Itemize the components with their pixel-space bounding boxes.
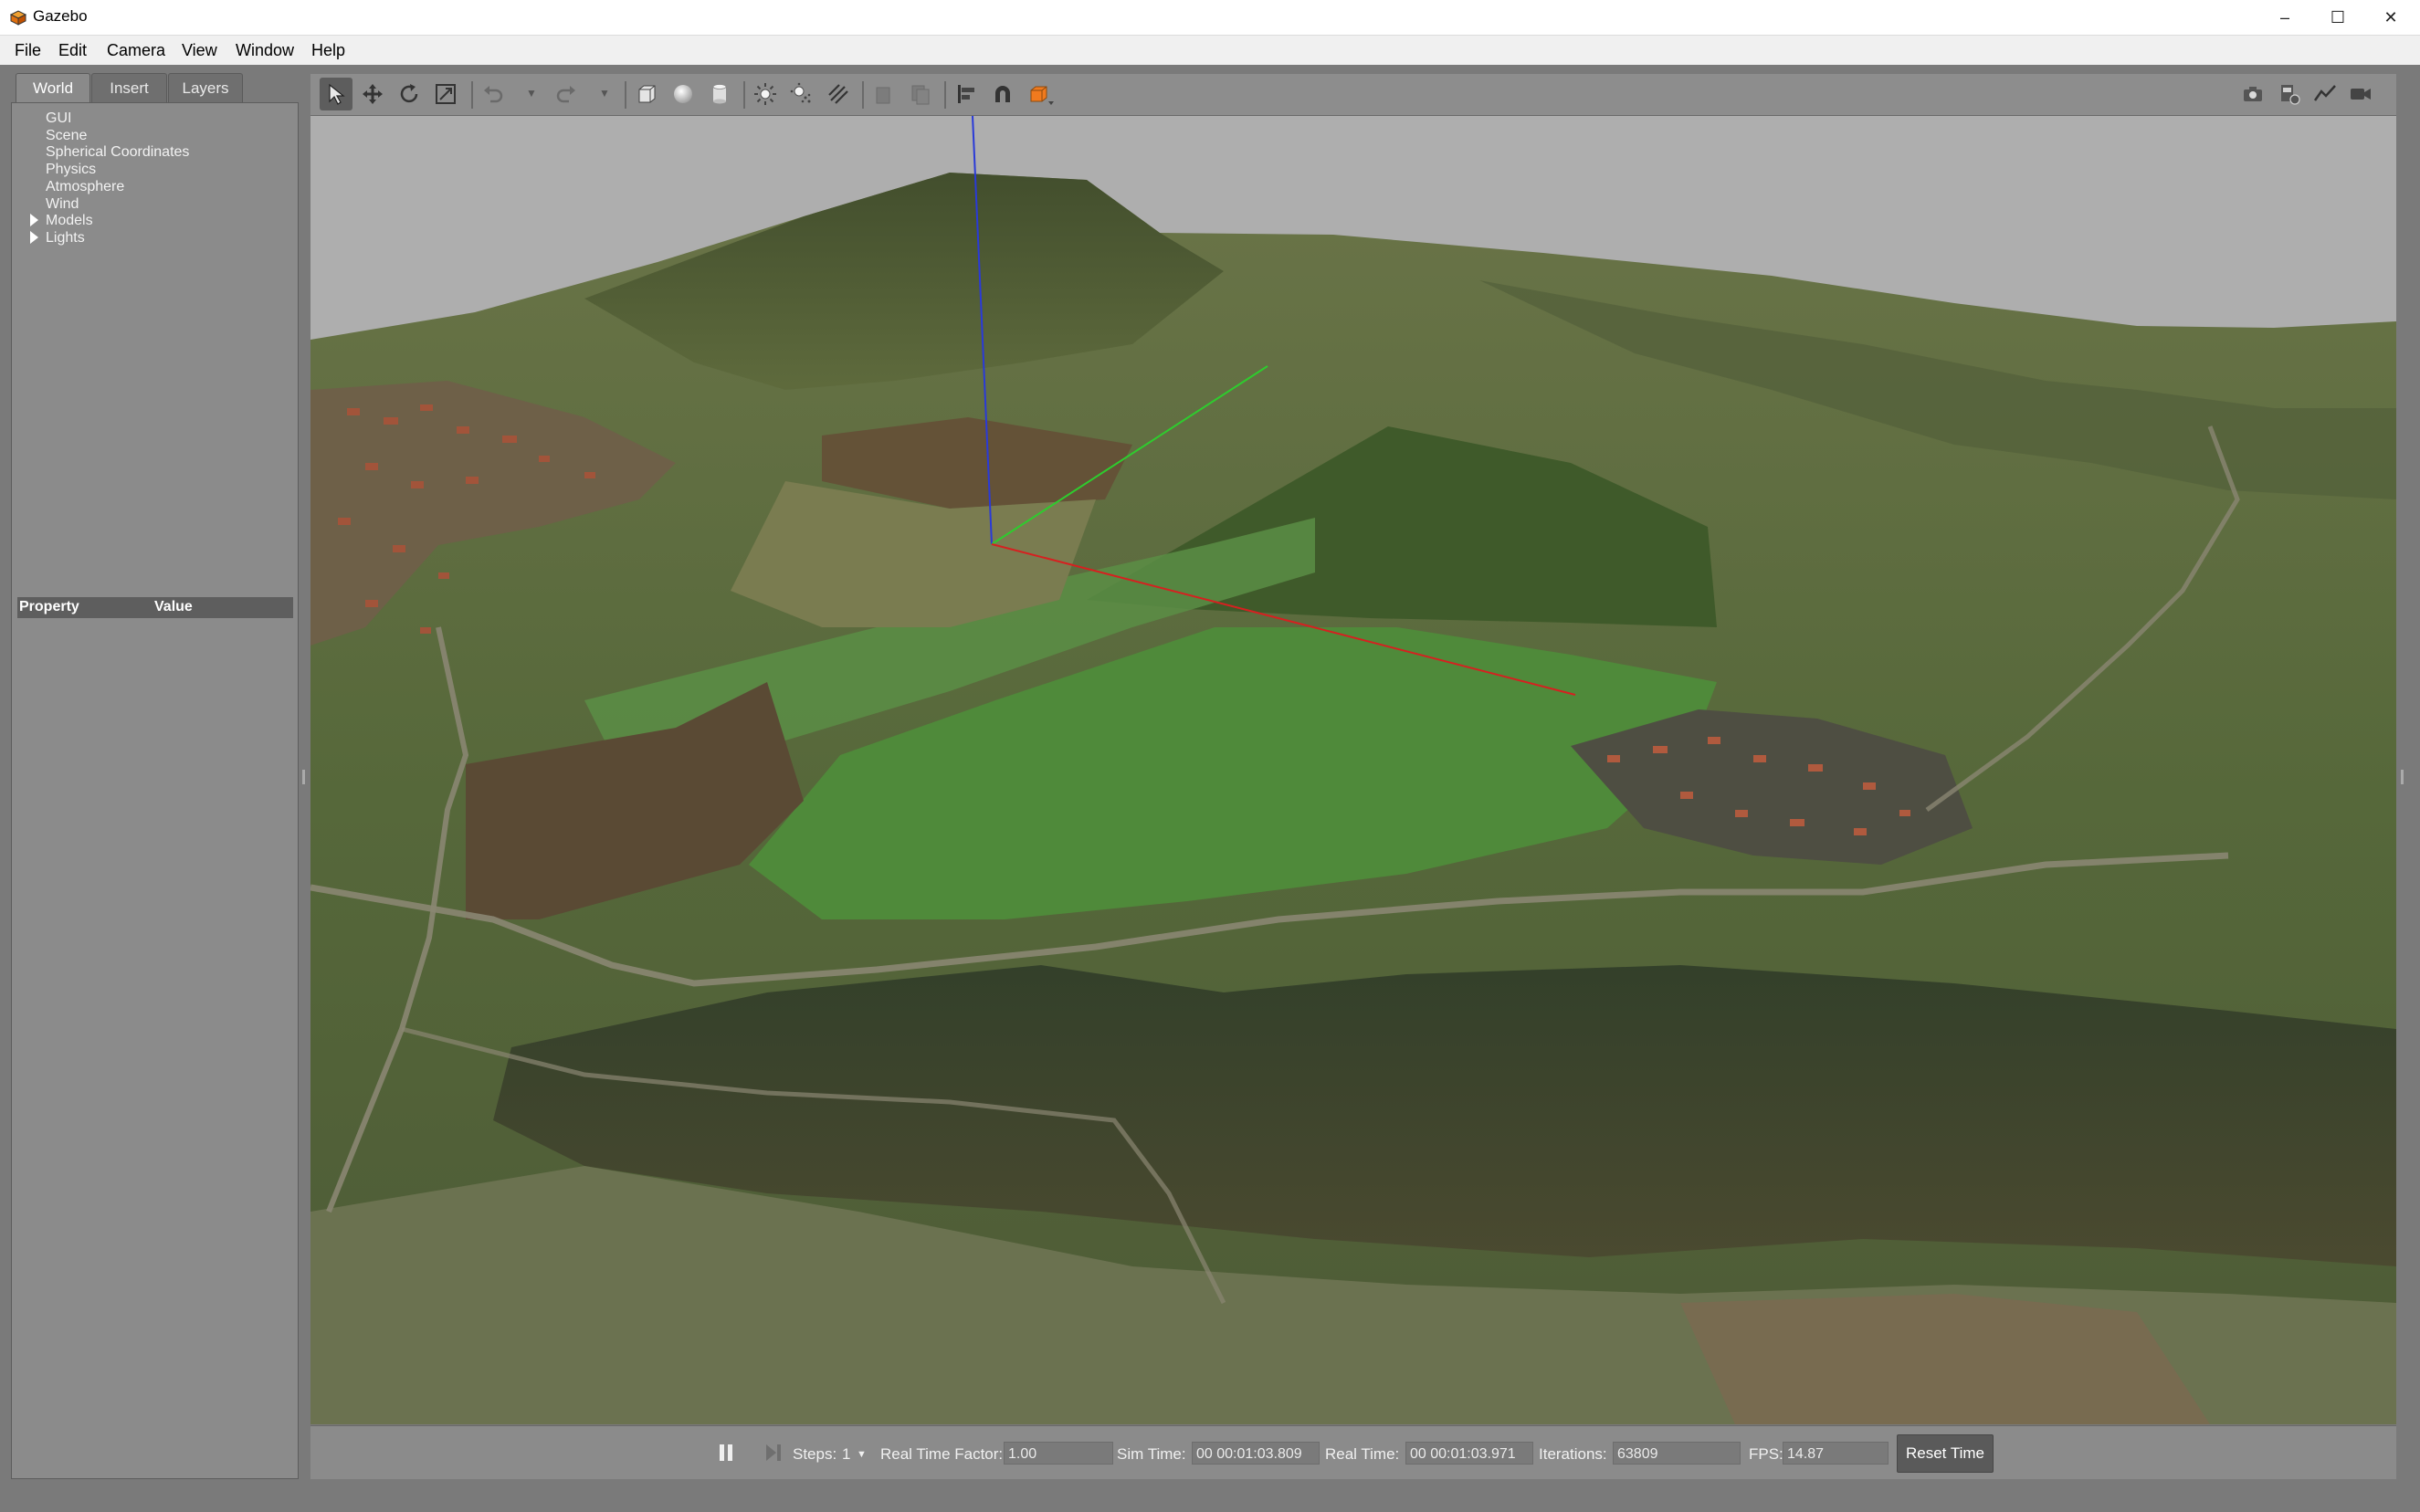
simulation-control-bar: Steps: 1 ▼ Real Time Factor: 1.00 Sim Ti… [310,1425,2396,1479]
status-strip [0,1486,2420,1512]
real-time-label: Real Time: [1325,1445,1400,1463]
align-icon[interactable] [950,78,983,110]
steps-dropdown-icon[interactable]: ▼ [857,1449,867,1460]
gazebo-logo-icon [9,10,27,26]
toolbar-separator [743,81,745,109]
fps-field: 14.87 [1783,1442,1889,1465]
spot-light-icon[interactable] [785,78,818,110]
point-light-icon[interactable] [749,78,782,110]
copy-icon[interactable] [868,78,900,110]
menu-help[interactable]: Help [311,41,345,60]
toolbar-separator [944,81,946,109]
view-angle-icon[interactable] [1025,78,1057,110]
video-icon[interactable] [2344,78,2377,110]
left-panel: World Insert Layers GUI Scene Spherical … [11,73,299,1479]
pause-icon[interactable] [716,1443,736,1467]
redo-history-caret-icon[interactable]: ▼ [599,87,610,100]
minimize-button[interactable]: – [2258,0,2311,35]
menu-file[interactable]: File [15,41,41,60]
toolbar-separator [625,81,626,109]
foreground-field-brown [1680,1294,2210,1424]
property-table-header: Property Value [17,597,293,618]
sim-time-field: 00 00:01:03.809 [1192,1442,1320,1465]
toolbar-separator [471,81,473,109]
menu-edit[interactable]: Edit [58,41,87,60]
property-column-header: Property [19,599,79,614]
menu-bar: File Edit Camera View Window Help [0,36,2420,65]
paste-icon[interactable] [904,78,937,110]
menu-camera[interactable]: Camera [107,41,165,60]
screenshot-icon[interactable] [2236,78,2269,110]
sphere-icon[interactable] [667,78,700,110]
undo-history-caret-icon[interactable]: ▼ [526,87,537,100]
redo-icon[interactable] [550,78,583,110]
tree-item-spherical-coordinates[interactable]: Spherical Coordinates [46,144,189,161]
tab-layers[interactable]: Layers [168,73,243,103]
expand-arrow-icon[interactable] [30,231,38,244]
tree-item-atmosphere[interactable]: Atmosphere [46,179,124,195]
close-button[interactable]: ✕ [2364,0,2417,35]
rtf-field: 1.00 [1004,1442,1113,1465]
steps-value[interactable]: 1 [842,1445,850,1464]
tree-item-wind[interactable]: Wind [46,196,79,213]
rotate-icon[interactable] [393,78,426,110]
reset-time-button[interactable]: Reset Time [1897,1434,1994,1473]
world-tree-panel: GUI Scene Spherical Coordinates Physics … [11,102,299,1479]
tree-item-gui[interactable]: GUI [46,110,71,127]
undo-icon[interactable] [477,78,510,110]
sim-time-label: Sim Time: [1117,1445,1186,1463]
snap-icon[interactable] [986,78,1019,110]
steps-label: Steps: [793,1445,837,1463]
tree-item-scene[interactable]: Scene [46,128,87,144]
tab-world[interactable]: World [16,73,90,103]
maximize-button[interactable]: ☐ [2311,0,2364,35]
toolbar: ▼ ▼ [310,74,2396,116]
scale-icon[interactable] [429,78,462,110]
value-column-header: Value [154,599,193,614]
fps-label: FPS: [1749,1445,1783,1463]
real-time-field: 00 00:01:03.971 [1405,1442,1533,1465]
title-bar: Gazebo – ☐ ✕ [0,0,2420,36]
tree-item-lights[interactable]: Lights [46,230,85,247]
window-title: Gazebo [33,7,88,25]
tree-item-models[interactable]: Models [46,213,93,229]
iterations-label: Iterations: [1539,1445,1607,1463]
iterations-field: 63809 [1613,1442,1741,1465]
expand-arrow-icon[interactable] [30,214,38,226]
select-arrow-icon[interactable] [320,78,352,110]
menu-window[interactable]: Window [236,41,294,60]
plot-icon[interactable] [2309,78,2341,110]
toolbar-separator [862,81,864,109]
rtf-label: Real Time Factor: [880,1445,1004,1463]
3d-viewport[interactable] [310,116,2396,1424]
cylinder-icon[interactable] [703,78,736,110]
tree-item-physics[interactable]: Physics [46,162,96,178]
box-icon[interactable] [630,78,663,110]
right-splitter-handle[interactable] [2401,770,2404,784]
step-icon[interactable] [763,1443,784,1467]
log-icon[interactable] [2272,78,2305,110]
menu-view[interactable]: View [182,41,217,60]
left-splitter-handle[interactable] [302,770,305,784]
translate-icon[interactable] [356,78,389,110]
tab-insert[interactable]: Insert [91,73,167,103]
terrain-scene [310,116,2396,1424]
directional-light-icon[interactable] [822,78,855,110]
